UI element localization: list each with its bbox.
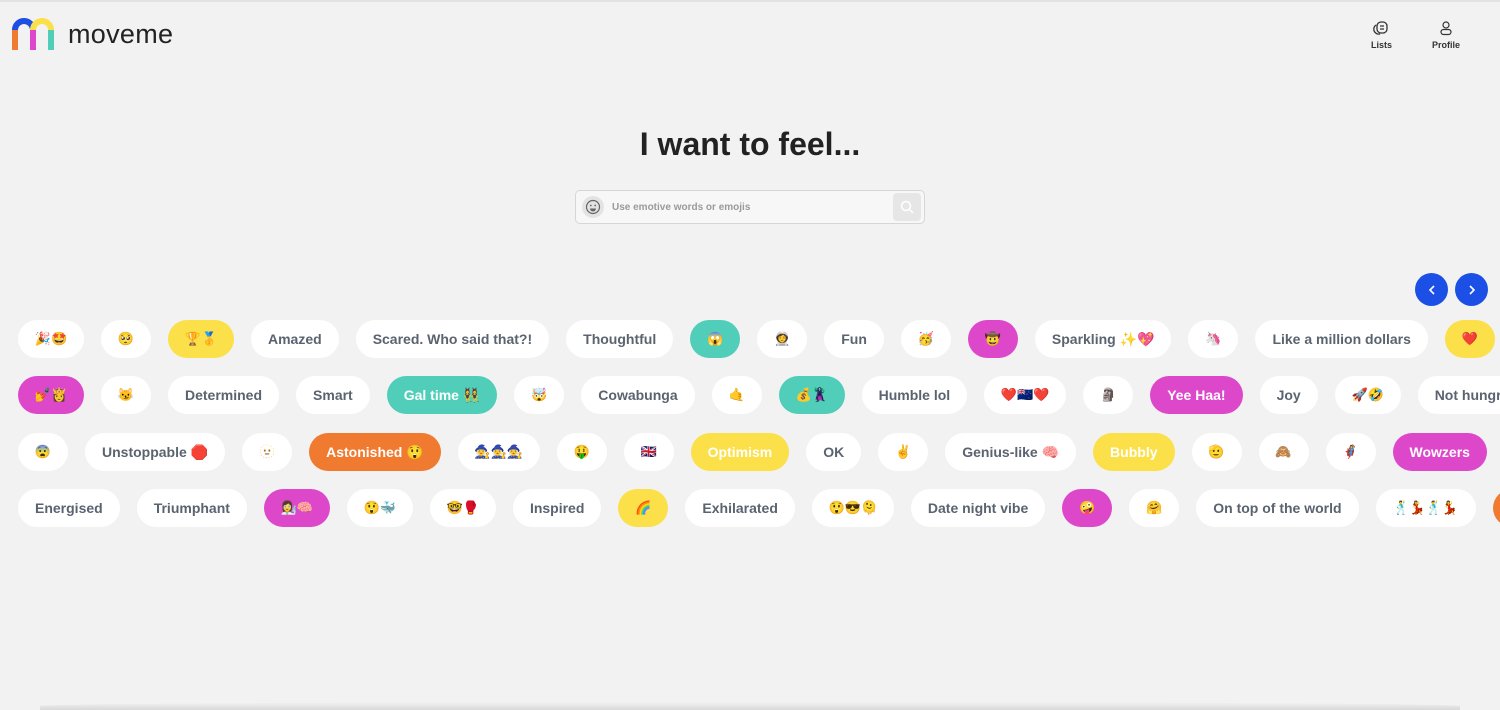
brand-name: moveme [68, 18, 174, 49]
feeling-chip[interactable]: Amazed [251, 320, 339, 358]
feeling-chip[interactable]: 🧙‍♀️🧙‍♀️🧙‍♀️ [457, 433, 540, 471]
feeling-chip[interactable]: Optimism [690, 433, 790, 471]
feeling-chip[interactable]: Cowabunga [581, 376, 695, 414]
feeling-chip[interactable]: ❤️🇳🇿❤️ [984, 376, 1067, 414]
feeling-chip[interactable]: Bubbly [1093, 433, 1175, 471]
feeling-chip[interactable]: 🤠 [967, 320, 1018, 358]
feeling-chip[interactable]: Thoughtful [566, 320, 674, 358]
feeling-chip[interactable]: Genius-like 🧠 [945, 433, 1077, 471]
lists-icon [1373, 21, 1389, 35]
feeling-chip[interactable]: 🌈 [618, 489, 669, 527]
feeling-chip[interactable]: 🦸‍♀️ [1325, 433, 1376, 471]
feeling-chip[interactable]: 💰🦹‍♀️ [778, 376, 845, 414]
chip-row: 🎉🤩 🥺 🏆🥇 Amazed Scared. Who said that?! Though… [18, 320, 1495, 358]
nav-lists-label: Lists [1370, 40, 1392, 50]
feeling-chip[interactable]: 💅👸 [18, 376, 84, 414]
feeling-chip[interactable]: 🙈 [1258, 433, 1309, 471]
feeling-chip[interactable]: 🏆🥇 [168, 320, 234, 358]
feeling-chip[interactable]: 🎉🤩 [18, 320, 84, 358]
feeling-chip[interactable]: Wowzers [1392, 433, 1487, 471]
carousel-next-button[interactable] [1455, 273, 1488, 306]
feeling-chip[interactable]: ✌️ [878, 433, 929, 471]
bottom-shadow [40, 702, 1460, 710]
feeling-chip[interactable]: 🤓🥊 [429, 489, 496, 527]
nav-lists[interactable]: Lists [1371, 20, 1392, 50]
feeling-chip[interactable]: Not hungry [1417, 376, 1500, 414]
feeling-chip[interactable]: 🤙 [711, 376, 762, 414]
feeling-chip[interactable]: 🤑 [556, 433, 607, 471]
feeling-chip[interactable]: Unstoppable 🛑 [85, 433, 226, 471]
feeling-chip[interactable]: Sparkling ✨💖 [1034, 320, 1172, 358]
feeling-chip[interactable]: OK [806, 433, 862, 471]
emoji-picker-icon[interactable] [582, 196, 604, 218]
feeling-chip[interactable]: 🤯 [514, 376, 565, 414]
feeling-chip[interactable]: Astonished 😲 [309, 433, 441, 471]
feeling-chip[interactable]: 🕺💃🕺💃 [1375, 489, 1476, 527]
search-button[interactable] [893, 193, 921, 221]
feeling-chip[interactable]: Exhilarated [685, 489, 795, 527]
feeling-chip[interactable]: ❤️ [1444, 320, 1495, 358]
feeling-chip[interactable]: 🚀🤣 [1334, 376, 1401, 414]
feeling-chip[interactable]: 🥳 [900, 320, 951, 358]
feeling-chip[interactable]: 🫡 [1191, 433, 1242, 471]
feeling-chip[interactable]: Scared. Who said that?! [355, 320, 550, 358]
chip-row: 😨 Unstoppable 🛑 🫥 Astonished 😲 🧙‍♀️🧙‍♀️🧙‍♀️ 🤑… [18, 433, 1500, 471]
carousel-prev-button[interactable] [1415, 273, 1448, 306]
feeling-chip[interactable]: 😨 [18, 433, 68, 471]
feeling-chip[interactable]: Date night vibe [910, 489, 1046, 527]
chip-row: Energised Triumphant 👩‍🔬🧠 😲🐳 🤓🥊 Inspired 🌈 Exhi… [18, 489, 1500, 527]
chevron-left-icon [1428, 284, 1435, 295]
nav-profile[interactable]: Profile [1432, 20, 1460, 50]
feeling-chip[interactable]: 🫥 [242, 433, 293, 471]
feeling-chip[interactable]: Determined [168, 376, 280, 414]
search-bar [575, 190, 925, 224]
chevron-right-icon [1468, 284, 1475, 295]
feeling-chip[interactable]: Energised [18, 489, 120, 527]
feeling-chip[interactable]: 👩‍🔬🧠 [263, 489, 330, 527]
logo-mark-icon [12, 18, 54, 50]
feeling-chip[interactable]: 😼 [101, 376, 151, 414]
feeling-chip[interactable]: Yee Haa! [1150, 376, 1243, 414]
feeling-chip[interactable]: 🥺 [101, 320, 151, 358]
feeling-chip[interactable]: 🤗 [1129, 489, 1180, 527]
feeling-chip[interactable]: Inspired [512, 489, 602, 527]
feeling-chip[interactable]: On top of the world [1196, 489, 1359, 527]
feeling-chip[interactable]: 👩‍🚀 [757, 320, 808, 358]
feeling-chip[interactable]: Like a million dollars [1255, 320, 1428, 358]
feeling-chip[interactable]: Gal time 👯‍♀️ [386, 376, 498, 414]
nav-profile-label: Profile [1431, 40, 1460, 50]
feeling-chip[interactable]: Humble lol [861, 376, 968, 414]
feeling-chip[interactable]: 🤪 [1062, 489, 1113, 527]
search-icon [900, 200, 914, 214]
feeling-chip[interactable]: Fun [824, 320, 884, 358]
feeling-chip[interactable]: 😱 [690, 320, 741, 358]
top-nav: Lists Profile [1371, 20, 1460, 50]
feeling-chip[interactable]: Smart [296, 376, 370, 414]
feeling-chip[interactable]: Joy [1259, 376, 1318, 414]
page-title: I want to feel... [639, 126, 861, 162]
feeling-chip[interactable]: 😲🐳 [346, 489, 413, 527]
feeling-chip[interactable] [1492, 489, 1500, 527]
feeling-chip[interactable]: 😲😎🫠 [811, 489, 894, 527]
moveme-logo[interactable]: moveme [12, 18, 173, 50]
feeling-chip[interactable]: Triumphant [136, 489, 247, 527]
person-icon [1440, 21, 1452, 36]
feeling-chip[interactable]: 🦄 [1188, 320, 1239, 358]
feeling-chip[interactable]: 🗿 [1083, 376, 1134, 414]
chip-row: 💅👸 😼 Determined Smart Gal time 👯‍♀️ 🤯 Cowabung… [18, 376, 1500, 414]
search-input[interactable] [604, 200, 893, 214]
feeling-chip[interactable]: 🇬🇧 [623, 433, 674, 471]
